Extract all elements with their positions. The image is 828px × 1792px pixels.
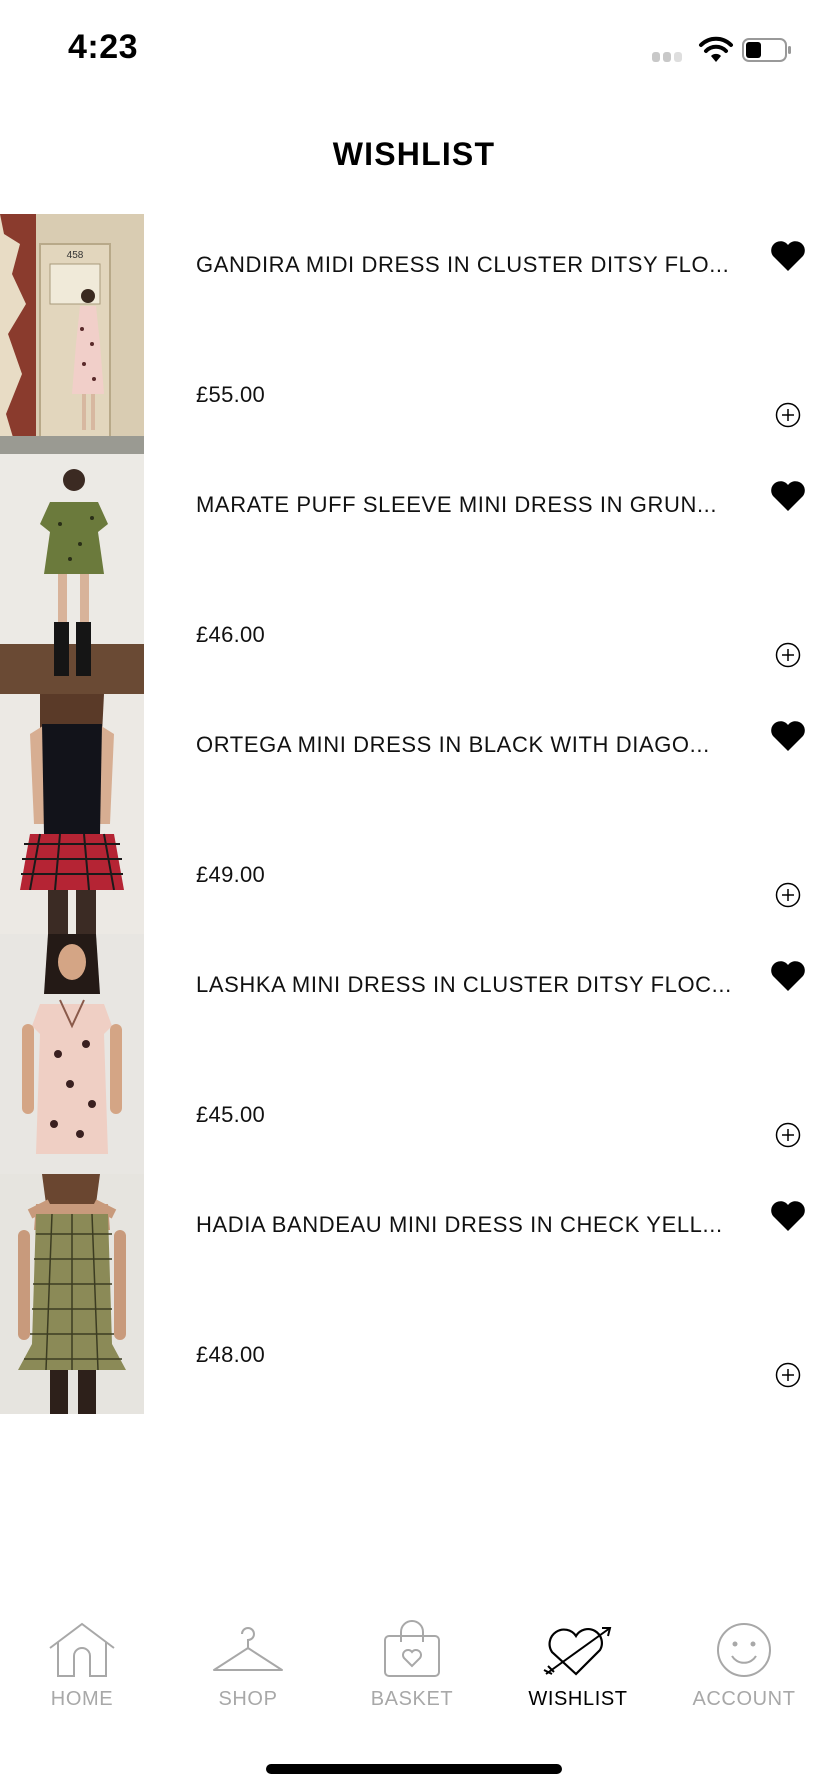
page-title: WISHLIST: [332, 136, 496, 172]
product-image[interactable]: [0, 694, 144, 934]
product-price: £46.00: [196, 622, 266, 647]
add-to-basket-icon[interactable]: [775, 1122, 801, 1148]
product-name[interactable]: HADIA BANDEAU MINI DRESS IN CHECK YELL..…: [196, 1212, 736, 1238]
home-icon: [49, 1622, 115, 1677]
home-indicator[interactable]: [266, 1764, 562, 1774]
tab-account-label: ACCOUNT: [692, 1688, 796, 1710]
tab-account[interactable]: ACCOUNT: [684, 1620, 804, 1730]
add-to-basket-icon[interactable]: [775, 1362, 801, 1388]
svg-text:458: 458: [67, 250, 84, 261]
heart-filled-icon[interactable]: [770, 720, 806, 752]
product-image[interactable]: 458: [0, 214, 144, 454]
tab-home-label: HOME: [50, 1688, 114, 1710]
smiley-face-icon: [717, 1623, 771, 1677]
heart-arrow-icon: [543, 1627, 612, 1676]
status-bar: 4:23: [0, 0, 828, 100]
basket-bag-icon: [384, 1620, 440, 1677]
tab-shop-label: SHOP: [218, 1688, 278, 1710]
cellular-signal-icon: [652, 52, 684, 64]
product-price: £55.00: [196, 382, 266, 407]
wifi-icon: [699, 36, 733, 62]
product-name[interactable]: MARATE PUFF SLEEVE MINI DRESS IN GRUN...: [196, 492, 736, 518]
tab-wishlist-label: WISHLIST: [528, 1688, 628, 1710]
product-name[interactable]: ORTEGA MINI DRESS IN BLACK WITH DIAGO...: [196, 732, 736, 758]
wishlist-item[interactable]: ORTEGA MINI DRESS IN BLACK WITH DIAGO...…: [0, 694, 828, 934]
bottom-tab-bar: HOME SHOP BASKET WISHLIST ACCOUNT: [0, 1620, 828, 1740]
tab-home[interactable]: HOME: [22, 1620, 142, 1730]
product-image[interactable]: [0, 454, 144, 694]
battery-icon: [742, 38, 791, 62]
heart-filled-icon[interactable]: [770, 1200, 806, 1232]
status-time: 4:23: [68, 28, 139, 66]
product-name[interactable]: LASHKA MINI DRESS IN CLUSTER DITSY FLOC.…: [196, 972, 736, 998]
tab-basket-label: BASKET: [370, 1688, 454, 1710]
heart-filled-icon[interactable]: [770, 480, 806, 512]
tab-shop[interactable]: SHOP: [188, 1620, 308, 1730]
product-price: £45.00: [196, 1102, 266, 1127]
product-image[interactable]: [0, 934, 144, 1174]
tab-wishlist[interactable]: WISHLIST: [518, 1620, 638, 1730]
heart-filled-icon[interactable]: [770, 960, 806, 992]
add-to-basket-icon[interactable]: [775, 402, 801, 428]
wishlist-item[interactable]: MARATE PUFF SLEEVE MINI DRESS IN GRUN...…: [0, 454, 828, 694]
wishlist-item[interactable]: LASHKA MINI DRESS IN CLUSTER DITSY FLOC.…: [0, 934, 828, 1174]
product-name[interactable]: GANDIRA MIDI DRESS IN CLUSTER DITSY FLO.…: [196, 252, 736, 278]
product-image[interactable]: [0, 1174, 144, 1414]
wishlist-item[interactable]: HADIA BANDEAU MINI DRESS IN CHECK YELL..…: [0, 1174, 828, 1414]
product-price: £48.00: [196, 1342, 266, 1367]
hanger-icon: [213, 1627, 283, 1671]
add-to-basket-icon[interactable]: [775, 882, 801, 908]
tab-basket[interactable]: BASKET: [352, 1620, 472, 1730]
wishlist-item[interactable]: 458 GANDIRA MIDI DRESS IN CLUSTER DITSY …: [0, 214, 828, 454]
heart-filled-icon[interactable]: [770, 240, 806, 272]
add-to-basket-icon[interactable]: [775, 642, 801, 668]
wishlist-list: 458 GANDIRA MIDI DRESS IN CLUSTER DITSY …: [0, 214, 828, 1414]
product-price: £49.00: [196, 862, 266, 887]
